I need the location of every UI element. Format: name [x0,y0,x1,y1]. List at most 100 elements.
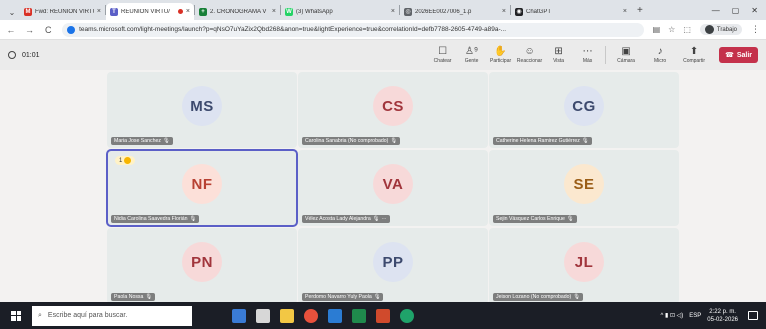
avatar: SE [564,164,604,204]
avatar: CG [564,86,604,126]
more-button[interactable]: ⋯ Más [573,40,602,70]
view-button[interactable]: ⊞ Vista [544,40,573,70]
tab-title: REUNION VIRTU/ [121,8,170,15]
word-icon[interactable] [328,308,342,323]
participant-tile[interactable]: CS Carolina Sanabria (No comprobado) 🎙 [298,72,488,148]
notifications-icon[interactable] [748,311,758,320]
mic-button[interactable]: ♪ Micro [643,40,677,70]
browser-tab[interactable]: W (3) WhatsApp × [281,3,399,20]
tray-icons[interactable]: ^ ▮ ⊡ ◁) [661,312,684,319]
raised-hand-icon [124,157,132,164]
browser-menu-icon[interactable]: ⋮ [751,24,760,35]
close-tab-icon[interactable]: × [623,8,627,15]
close-tab-icon[interactable]: × [97,8,101,15]
excel-icon[interactable] [352,308,366,323]
control-label: Compartir [683,58,706,64]
camera-icon: ▣ [621,46,631,57]
browser-tab[interactable]: ◉ ChatGPT × [511,3,631,20]
app-icon[interactable] [400,308,414,323]
clock-date: 05-02-2026 [707,316,738,323]
participant-name-tag: Sejin Vásquez Carlos Enrique 🎙 [493,215,577,223]
close-tab-icon[interactable]: × [391,8,395,15]
avatar [704,25,714,34]
participant-name-tag: Carolina Sanabria (No comprobado) 🎙 [302,137,400,145]
task-view-icon[interactable] [232,308,246,323]
new-tab-button[interactable]: + [631,5,649,16]
participant-tile[interactable]: VA Vélez Acosta Lady Alejandra 🎙 ··· [298,150,488,226]
url-text: teams.microsoft.com/light-meetings/launc… [79,26,507,33]
raise-hand-button[interactable]: ✋ Participar [486,40,515,70]
clock[interactable]: 2:22 p. m. 05-02-2026 [707,308,738,324]
leave-button[interactable]: ☎ Salir [719,47,758,63]
participant-name-tag: Vélez Acosta Lady Alejandra 🎙 ··· [302,215,390,223]
timer-icon [8,51,16,59]
more-icon: ⋯ [582,46,593,57]
participant-tile[interactable]: MS Maria Jose Sanchez 🎙 [107,72,297,148]
chrome-icon[interactable] [304,308,318,323]
mic-muted-icon: 🎙 [145,294,153,300]
control-label: Cámara [617,58,635,64]
close-tab-icon[interactable]: × [186,8,190,15]
avatar: NF [182,164,222,204]
powerpoint-icon[interactable] [376,308,390,323]
reload-icon[interactable]: C [43,25,53,35]
mic-muted-icon: 🎙 [373,294,381,300]
control-label: Chatear [433,58,452,64]
start-button[interactable] [0,302,32,329]
participant-more-icon[interactable]: ··· [381,216,386,222]
site-info-icon[interactable] [67,25,76,34]
participant-name: Nidia Carolina Saavedra Florián [114,216,188,222]
mic-muted-icon: 🎙 [163,138,170,144]
close-tab-icon[interactable]: × [502,8,506,15]
recording-indicator-icon [177,9,183,14]
react-button[interactable]: ☺ Reaccionar [515,40,544,70]
browser-tab[interactable]: M Fwd: REUNION VIRTU × [20,3,105,20]
file-explorer-icon[interactable] [280,308,294,323]
participant-tile[interactable]: CG Catherine Helena Ramirez Gutiérrez 🎙 [489,72,679,148]
camera-button[interactable]: ▣ Cámara [609,40,643,70]
extensions-icon[interactable]: ⬚ [683,25,691,34]
url-field[interactable]: teams.microsoft.com/light-meetings/launc… [62,22,644,37]
share-button[interactable]: ⬆ Compartir [677,40,711,70]
language-indicator[interactable]: ESP [689,313,701,319]
search-placeholder: Escribe aquí para buscar. [47,312,128,319]
back-icon[interactable]: ← [6,25,16,35]
toolbar-divider [605,46,607,64]
tab-search-icon[interactable]: ⌄ [6,4,18,20]
browser-tab[interactable]: ◎ 2026EE0027006_1.p × [400,3,510,20]
video-grid: MS Maria Jose Sanchez 🎙 CS Carolina Sanabria… [0,70,766,304]
translate-icon[interactable]: ▤ [653,25,661,34]
view-icon: ⊞ [554,46,563,57]
minimize-icon[interactable]: — [712,6,720,15]
tab-favicon-icon: T [110,7,118,16]
participant-tile[interactable]: SE Sejin Vásquez Carlos Enrique 🎙 [489,150,679,226]
control-label: Vista [553,58,565,64]
participant-tile[interactable]: PP Perdomo Navarro Yuly Paola 🎙 [298,228,488,304]
share-icon: ⬆ [689,46,699,57]
profile-button[interactable]: Trabajo [699,24,742,35]
participant-tile[interactable]: NF 1 Nidia Carolina Saavedra Florián 🎙 [106,149,298,227]
taskbar-search-box[interactable]: ⌕ Escribe aquí para buscar. [32,305,192,326]
bookmark-star-icon[interactable]: ☆ [668,25,675,34]
calculator-icon[interactable] [256,308,270,323]
close-window-icon[interactable]: ✕ [751,6,758,15]
participant-tile[interactable]: JL Jeison Lozano (No comprobado) 🎙 [489,228,679,304]
chat-button[interactable]: ☐ Chatear [428,40,457,70]
tab-favicon-icon: ◎ [404,7,412,16]
tab-title: (3) WhatsApp [296,8,333,15]
control-label: Participar [490,58,512,64]
windows-taskbar: ⌕ Escribe aquí para buscar. ^ ▮ ⊡ ◁) ESP… [0,302,766,329]
participant-name: Maria Jose Sanchez [114,138,161,144]
browser-tab[interactable]: +2. CRONOGRAMA V × [195,3,280,20]
control-label: Más [582,58,593,64]
participant-tile[interactable]: PN Paola Nossa 🎙 [107,228,297,304]
hang-up-icon: ☎ [725,52,734,59]
close-tab-icon[interactable]: × [272,8,276,15]
forward-icon[interactable]: → [25,25,35,35]
windows-logo-icon [11,310,21,321]
maximize-icon[interactable]: ▢ [732,6,740,15]
omnibox-actions: ▤ ☆ ⬚ [653,25,691,34]
browser-tab[interactable]: T REUNION VIRTU/ × [106,3,194,20]
people-button[interactable]: ♙⁹ Gente [457,40,486,70]
participant-name: Vélez Acosta Lady Alejandra [305,216,371,222]
